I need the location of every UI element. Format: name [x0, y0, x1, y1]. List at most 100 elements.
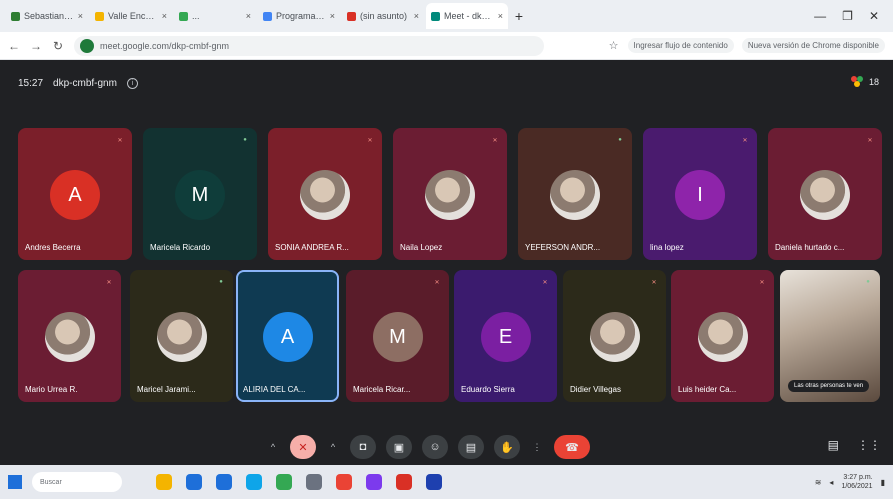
tab-favicon-icon [263, 11, 272, 21]
chrome-update-button[interactable]: Nueva versión de Chrome disponible [741, 38, 885, 53]
info-icon[interactable]: ▤ [828, 438, 839, 452]
participant-avatar: M [175, 170, 225, 220]
windows-taskbar: Buscar ≋ ◂ 3:27 p.m. 1/06/2021 ▮ [0, 465, 893, 499]
tab-close-icon[interactable]: × [78, 11, 83, 21]
tab-title: Meet - dkp-cm [444, 11, 494, 21]
tab-title: Programa de salud [276, 11, 326, 21]
camera-options-chevron-icon[interactable]: ^ [326, 435, 340, 459]
participant-photo [589, 312, 640, 362]
captions-button[interactable]: ▤ [458, 435, 484, 459]
tab-close-icon[interactable]: × [162, 11, 167, 21]
tab-close-icon[interactable]: × [414, 11, 419, 21]
wifi-icon[interactable]: ≋ [815, 478, 822, 487]
participant-name: Maricela Ricardo [150, 243, 211, 252]
taskbar-app-icon[interactable] [156, 474, 172, 490]
participant-photo [44, 312, 95, 362]
mic-options-chevron-icon[interactable]: ^ [266, 435, 280, 459]
taskbar-app-icon[interactable] [366, 474, 382, 490]
participant-name: Maricel Jarami... [137, 385, 196, 394]
emoji-button[interactable]: ☺ [422, 435, 448, 459]
participant-avatar: E [480, 312, 531, 362]
tab-title: ... [192, 11, 200, 21]
participant-tile[interactable]: SONIA ANDREA R... ✕ [268, 128, 382, 260]
participant-tile[interactable]: Luis heider Ca... ✕ [671, 270, 774, 402]
participant-tile[interactable]: Las otras personas te ven ● [780, 270, 880, 402]
participant-photo [156, 312, 207, 362]
tab-close-icon[interactable]: × [498, 11, 503, 21]
participant-photo [550, 170, 600, 220]
volume-icon[interactable]: ◂ [829, 478, 833, 487]
participants-indicator[interactable]: 18 [850, 76, 879, 88]
participant-photo [800, 170, 850, 220]
participant-tile[interactable]: Mario Urrea R. ✕ [18, 270, 121, 402]
mic-off-icon: ✕ [542, 279, 548, 286]
taskbar-app-icon[interactable] [186, 474, 202, 490]
address-bar-right: ☆ Ingresar flujo de contenido Nueva vers… [608, 38, 885, 53]
taskbar-app-icon[interactable] [336, 474, 352, 490]
site-icon [80, 38, 94, 53]
forward-icon[interactable]: → [30, 39, 42, 53]
taskbar-app-icon[interactable] [216, 474, 232, 490]
minimize-icon[interactable]: — [814, 9, 826, 23]
participant-name: lina lopez [650, 243, 684, 252]
participant-tile[interactable]: A Andres Becerra ✕ [18, 128, 132, 260]
tab-close-icon[interactable]: × [330, 11, 335, 21]
participant-tile[interactable]: Daniela hurtado c... ✕ [768, 128, 882, 260]
taskbar-search-input[interactable]: Buscar [32, 472, 122, 492]
reload-icon[interactable]: ↻ [52, 39, 64, 53]
participant-tile[interactable]: E Eduardo Sierra ✕ [454, 270, 557, 402]
browser-tab[interactable]: ... × [174, 3, 256, 29]
browser-tab-strip: Sebastian Vela×Valle Encuentro×...×Progr… [0, 0, 893, 32]
participant-name: YEFERSON ANDR... [525, 243, 601, 252]
browser-tab[interactable]: (sin asunto) × [342, 3, 424, 29]
tab-close-icon[interactable]: × [246, 11, 251, 21]
end-call-button[interactable]: ☎ [554, 435, 590, 459]
participant-tile[interactable]: Didier Villegas ✕ [563, 270, 666, 402]
participant-tile[interactable]: M Maricela Ricardo ● [143, 128, 257, 260]
taskbar-clock[interactable]: 3:27 p.m. 1/06/2021 [841, 473, 872, 491]
star-icon[interactable]: ☆ [608, 39, 620, 52]
participant-name: Naila Lopez [400, 243, 443, 252]
participant-name: Eduardo Sierra [461, 385, 515, 394]
taskbar-app-icon[interactable] [426, 474, 442, 490]
tab-title: Valle Encuentro [108, 11, 158, 21]
browser-tab[interactable]: Sebastian Vela × [6, 3, 88, 29]
participant-photo [697, 312, 748, 362]
participant-tile[interactable]: YEFERSON ANDR... ● [518, 128, 632, 260]
participant-tile[interactable]: M Maricela Ricar... ✕ [346, 270, 449, 402]
tab-favicon-icon [95, 11, 104, 21]
participant-name: Mario Urrea R. [25, 385, 78, 394]
close-icon[interactable]: ✕ [869, 9, 879, 23]
taskbar-app-icon[interactable] [396, 474, 412, 490]
mic-off-icon: ✕ [759, 279, 765, 286]
start-icon[interactable] [8, 475, 22, 489]
restore-icon[interactable]: ❐ [842, 9, 853, 23]
participant-avatar: A [262, 312, 313, 362]
participant-tile[interactable]: Naila Lopez ✕ [393, 128, 507, 260]
taskbar-app-icon[interactable] [306, 474, 322, 490]
browser-tab[interactable]: Meet - dkp-cm × [426, 3, 508, 29]
more-options-button[interactable]: ⋮ [530, 435, 544, 459]
reading-list-button[interactable]: Ingresar flujo de contenido [627, 38, 734, 53]
raise-hand-button[interactable]: ✋ [494, 435, 520, 459]
participants-icon[interactable]: ⋮⋮ [857, 438, 881, 452]
window-controls: — ❐ ✕ [814, 9, 887, 23]
back-icon[interactable]: ← [8, 39, 20, 53]
mic-off-button[interactable]: ✕ [290, 435, 316, 459]
participant-tile[interactable]: Maricel Jarami... ● [130, 270, 233, 402]
url-input[interactable]: meet.google.com/dkp-cmbf-gnm [74, 35, 544, 56]
notifications-icon[interactable]: ▮ [881, 478, 885, 487]
taskbar-app-icon[interactable] [276, 474, 292, 490]
browser-tab[interactable]: Programa de salud × [258, 3, 340, 29]
taskbar-app-icon[interactable] [246, 474, 262, 490]
meeting-info-icon[interactable]: i [126, 78, 138, 89]
camera-button[interactable]: ◘ [350, 435, 376, 459]
participant-tile[interactable]: Ilina lopez ✕ [643, 128, 757, 260]
call-controls: ^ ✕ ^ ◘ ▣ ☺ ▤ ✋ ⋮ ☎ ▤ ⋮⋮ [0, 430, 893, 465]
browser-tab[interactable]: Valle Encuentro × [90, 3, 172, 29]
mic-off-icon: ✕ [492, 137, 498, 144]
participant-avatar: M [372, 312, 423, 362]
new-tab-button[interactable]: + [510, 8, 528, 24]
participant-tile[interactable]: A ALIRIA DEL CA... [236, 270, 339, 402]
present-button[interactable]: ▣ [386, 435, 412, 459]
